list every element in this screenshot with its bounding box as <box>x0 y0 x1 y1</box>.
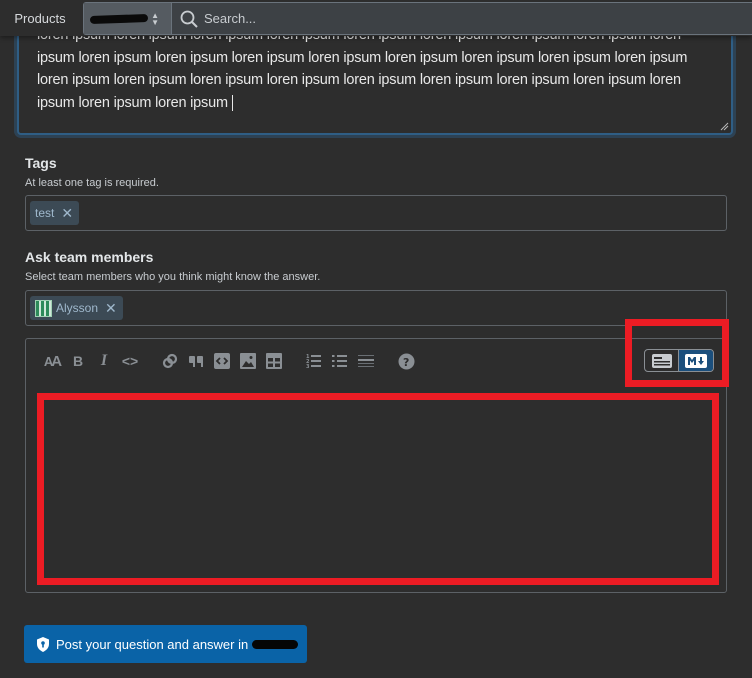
member-name: Alysson <box>56 301 99 315</box>
chevron-updown-icon: ▲ ▼ <box>151 11 159 27</box>
redacted-scope-value <box>89 13 149 24</box>
table-icon[interactable] <box>263 350 285 372</box>
body-text: loren ipsum loren ipsum loren ipsum lore… <box>37 27 688 111</box>
heading-icon[interactable]: AA <box>41 350 63 372</box>
bold-icon[interactable]: B <box>67 350 89 372</box>
search-bar: ▲ ▼ Search... <box>83 2 752 35</box>
text-caret <box>231 94 233 111</box>
tags-label: Tags <box>25 155 57 171</box>
svg-text:?: ? <box>403 356 409 369</box>
code-block-icon[interactable] <box>211 350 233 372</box>
resize-grip-icon[interactable] <box>719 121 729 131</box>
search-scope-select[interactable]: ▲ ▼ <box>84 3 172 34</box>
answer-editor: AA B I <> 123 ? <box>25 338 727 593</box>
tags-description: At least one tag is required. <box>25 177 159 189</box>
team-description: Select team members who you think might … <box>25 271 321 283</box>
markdown-icon <box>685 353 707 368</box>
ordered-list-icon[interactable]: 123 <box>303 350 325 372</box>
search-placeholder: Search... <box>204 11 257 26</box>
member-chip: Alysson ✕ <box>30 296 123 320</box>
image-icon[interactable] <box>237 350 259 372</box>
svg-text:3: 3 <box>306 364 310 369</box>
tag-chip: test ✕ <box>30 201 80 225</box>
code-icon[interactable]: <> <box>119 350 141 372</box>
search-input[interactable]: Search... <box>172 3 752 34</box>
unordered-list-icon[interactable] <box>329 350 351 372</box>
post-button-label: Post your question and answer in <box>56 636 249 652</box>
top-bar: Products ▲ ▼ Search... <box>0 0 752 36</box>
link-icon[interactable] <box>159 350 181 372</box>
markdown-mode-button[interactable] <box>679 350 713 371</box>
team-label: Ask team members <box>25 249 154 265</box>
editor-content-area[interactable] <box>26 383 726 593</box>
avatar <box>35 299 52 317</box>
body-textarea[interactable]: loren ipsum loren ipsum loren ipsum lore… <box>17 20 733 135</box>
shield-icon <box>37 636 49 652</box>
italic-icon[interactable]: I <box>93 350 115 372</box>
remove-tag-icon[interactable]: ✕ <box>61 205 73 222</box>
editor-toolbar: AA B I <> 123 ? <box>26 339 726 383</box>
redacted-target <box>252 639 299 649</box>
team-members-input[interactable]: Alysson ✕ <box>25 290 727 326</box>
tags-input[interactable]: test ✕ <box>25 195 727 231</box>
search-icon <box>180 10 198 28</box>
blockquote-icon[interactable] <box>185 350 207 372</box>
remove-member-icon[interactable]: ✕ <box>105 300 117 317</box>
help-icon[interactable]: ? <box>395 350 417 372</box>
tag-label: test <box>35 206 55 220</box>
post-question-button[interactable]: Post your question and answer in <box>24 625 307 663</box>
editor-mode-toggle <box>644 349 714 372</box>
products-link[interactable]: Products <box>0 0 80 36</box>
rich-text-icon <box>651 353 672 368</box>
rich-text-mode-button[interactable] <box>645 350 679 371</box>
horizontal-rule-icon[interactable] <box>355 350 377 372</box>
